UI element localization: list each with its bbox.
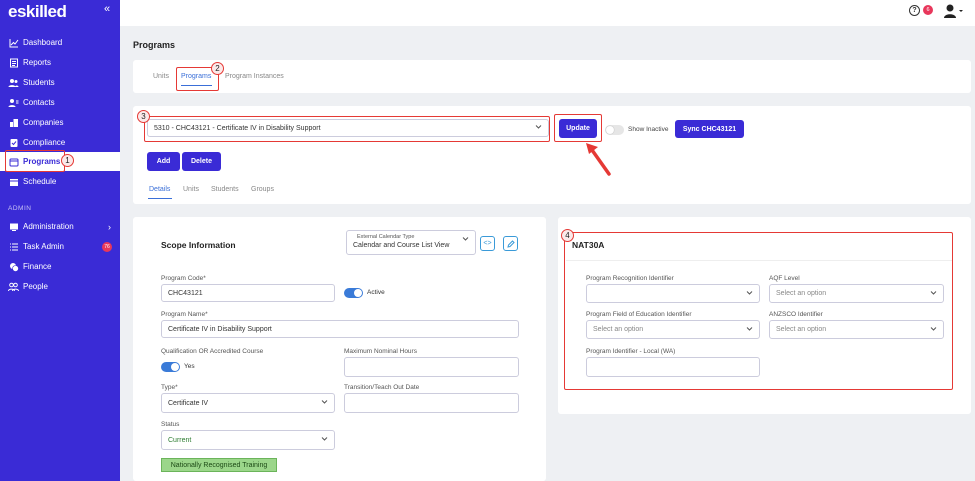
building-icon: [8, 117, 19, 128]
calendar-type-label: External Calendar Type: [357, 234, 415, 240]
section-admin-label: ADMIN: [8, 205, 32, 212]
max-hours-input[interactable]: [344, 357, 519, 377]
annotation-marker-4: 4: [561, 229, 574, 242]
help-icon[interactable]: ?: [909, 5, 920, 16]
sidebar-item-reports[interactable]: Reports: [0, 53, 120, 72]
sync-button[interactable]: Sync CHC43121: [675, 120, 744, 138]
delete-button[interactable]: Delete: [182, 152, 221, 171]
sidebar-item-label: Schedule: [23, 177, 57, 186]
subtab-groups[interactable]: Groups: [251, 186, 274, 193]
page-title: Programs: [133, 40, 176, 50]
show-inactive-label: Show Inactive: [628, 126, 669, 133]
program-name-label: Program Name*: [161, 311, 208, 318]
sidebar-item-label: Administration: [23, 222, 74, 231]
sidebar-item-schedule[interactable]: Schedule: [0, 172, 120, 191]
compliance-icon: [8, 137, 19, 148]
tab-units[interactable]: Units: [153, 73, 169, 80]
sidebar-item-companies[interactable]: Companies: [0, 113, 120, 132]
add-button[interactable]: Add: [147, 152, 180, 171]
users-icon: [8, 77, 19, 88]
program-code-input[interactable]: CHC43121: [161, 284, 335, 302]
calendar-type-value: Calendar and Course List View: [353, 242, 450, 249]
task-icon: [8, 241, 19, 252]
annotation-marker-2: 2: [211, 62, 224, 75]
contacts-icon: [8, 97, 19, 108]
sidebar-item-label: Reports: [23, 58, 52, 67]
type-label: Type*: [161, 384, 178, 391]
annotation-marker-3: 3: [137, 110, 150, 123]
nrt-badge: Nationally Recognised Training: [161, 458, 277, 472]
qualification-value: Yes: [184, 363, 195, 370]
annotation-marker-1: 1: [61, 154, 74, 167]
sidebar-item-people[interactable]: People: [0, 277, 120, 296]
calendar-icon: [8, 176, 19, 187]
subtab-units[interactable]: Units: [183, 186, 199, 193]
edit-icon[interactable]: [503, 236, 518, 251]
sidebar-item-administration[interactable]: Administration ›: [0, 217, 120, 236]
scope-information-card: Scope Information External Calendar Type…: [133, 217, 546, 481]
calendar-type-select[interactable]: External Calendar Type Calendar and Cour…: [346, 230, 476, 255]
scope-title: Scope Information: [161, 240, 236, 250]
max-hours-label: Maximum Nominal Hours: [344, 348, 417, 355]
program-code-label: Program Code*: [161, 275, 206, 282]
sidebar-item-finance[interactable]: Finance: [0, 257, 120, 276]
sidebar: eskilled « Dashboard Reports Students Co…: [0, 0, 120, 481]
top-bar: ? 6: [120, 0, 975, 26]
admin-icon: [8, 221, 19, 232]
annotation-box-nat30a: [564, 232, 953, 390]
sidebar-item-task-admin[interactable]: Task Admin 76: [0, 237, 120, 256]
sidebar-item-label: Compliance: [23, 138, 66, 147]
annotation-box-programs: [5, 150, 65, 172]
sidebar-item-label: People: [23, 282, 48, 291]
collapse-sidebar-icon[interactable]: «: [104, 3, 110, 15]
annotation-box-update: [554, 114, 602, 142]
chart-line-icon: [8, 37, 19, 48]
active-toggle[interactable]: [344, 288, 363, 298]
task-count-badge: 76: [102, 241, 112, 252]
qualification-label: Qualification OR Accredited Course: [161, 348, 264, 355]
program-name-input[interactable]: Certificate IV in Disability Support: [161, 320, 519, 338]
app-logo[interactable]: eskilled: [8, 2, 67, 22]
sidebar-item-label: Companies: [23, 118, 64, 127]
sidebar-item-label: Dashboard: [23, 38, 63, 47]
chevron-down-icon: [462, 237, 469, 244]
notification-badge[interactable]: 6: [923, 5, 933, 15]
finance-icon: [8, 261, 19, 272]
chevron-down-icon: [321, 437, 328, 444]
subtab-students[interactable]: Students: [211, 186, 239, 193]
status-select[interactable]: Current: [161, 430, 335, 450]
subtab-details[interactable]: Details: [149, 186, 170, 193]
transition-date-input[interactable]: [344, 393, 519, 413]
transition-date-label: Transition/Teach Out Date: [344, 384, 420, 391]
code-icon[interactable]: <>: [480, 236, 495, 251]
status-value: Current: [168, 436, 192, 444]
annotation-arrow-icon: [586, 143, 611, 176]
type-value: Certificate IV: [168, 399, 209, 407]
annotation-box-program-select: [144, 116, 550, 142]
qualification-toggle[interactable]: [161, 362, 180, 372]
report-icon: [8, 57, 19, 68]
user-avatar-icon[interactable]: [943, 3, 963, 21]
active-subtab-underline: [148, 198, 172, 199]
sidebar-item-label: Contacts: [23, 98, 55, 107]
sidebar-item-label: Students: [23, 78, 55, 87]
sidebar-item-label: Task Admin: [23, 242, 64, 251]
active-label: Active: [367, 289, 385, 296]
tab-program-instances[interactable]: Program Instances: [225, 73, 284, 80]
tabs-card: Units Programs Program Instances: [133, 60, 971, 93]
show-inactive-toggle[interactable]: [605, 125, 624, 135]
people-icon: [8, 281, 19, 292]
sidebar-item-dashboard[interactable]: Dashboard: [0, 33, 120, 52]
status-label: Status: [161, 421, 180, 428]
type-select[interactable]: Certificate IV: [161, 393, 335, 413]
chevron-right-icon: ›: [108, 221, 111, 232]
sidebar-item-contacts[interactable]: Contacts: [0, 93, 120, 112]
chevron-down-icon: [321, 400, 328, 407]
sidebar-item-students[interactable]: Students: [0, 73, 120, 92]
sidebar-item-label: Finance: [23, 262, 52, 271]
